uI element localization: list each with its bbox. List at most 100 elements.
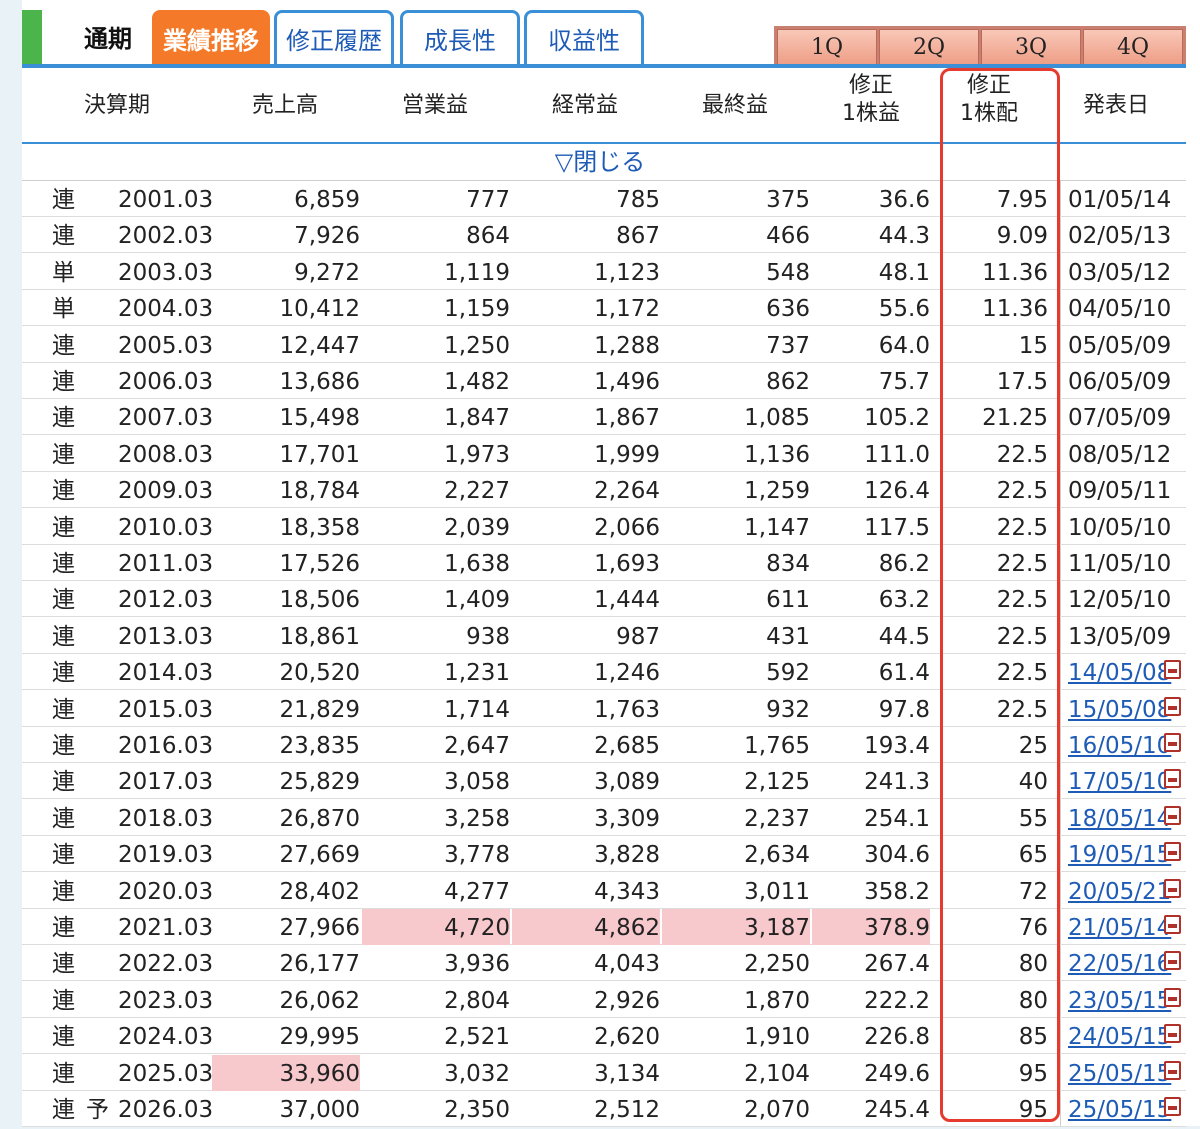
sales-value: 17,526 — [279, 551, 360, 577]
announce-date-link[interactable]: 20/05/21 — [1066, 873, 1171, 909]
entity-type: 連 — [52, 332, 75, 359]
fiscal-period: 2001.03 — [118, 187, 214, 213]
net-profit-value: 1,147 — [744, 514, 810, 541]
eps-value: 36.6 — [878, 187, 930, 213]
net-profit-value: 466 — [766, 223, 810, 250]
ordinary-profit-value: 1,444 — [594, 587, 660, 614]
tab-bar: 通期 業績推移 修正履歴 成長性 収益性 1Q 2Q 3Q 4Q — [22, 10, 1186, 68]
operating-profit-value: 2,804 — [444, 987, 510, 1014]
eps-value: 226.8 — [864, 1024, 930, 1051]
dividend-value: 7.95 — [996, 187, 1048, 213]
forecast-mark: 予 — [86, 1097, 109, 1123]
forecast-mark — [86, 836, 112, 872]
announce-date-link[interactable]: 16/05/10 — [1066, 727, 1171, 763]
operating-profit-value: 3,258 — [444, 805, 510, 832]
net-profit-value: 2,125 — [744, 769, 810, 796]
table-row: 連 2017.03 25,829 3,058 3,089 2,125 241.3 40 17/0… — [22, 763, 1186, 800]
announce-date-link[interactable]: 23/05/15 — [1066, 982, 1171, 1018]
tab-revision-history[interactable]: 修正履歴 — [274, 10, 394, 66]
header-dividend: 修正 1株配 — [934, 72, 1044, 128]
quarter-2q-button[interactable]: 2Q — [879, 29, 979, 65]
pdf-icon[interactable] — [1164, 769, 1181, 789]
operating-profit-value: 4,277 — [444, 878, 510, 905]
forecast-mark — [86, 581, 112, 617]
header-divider — [22, 142, 1186, 144]
announce-date-link[interactable]: 21/05/14 — [1066, 909, 1171, 945]
tab-growth[interactable]: 成長性 — [400, 10, 520, 66]
pdf-icon[interactable] — [1164, 878, 1181, 898]
pdf-icon[interactable] — [1164, 915, 1181, 934]
announce-date-link[interactable]: 24/05/15 — [1066, 1018, 1171, 1054]
ordinary-profit-value: 987 — [616, 623, 660, 650]
table-row: 連 2016.03 23,835 2,647 2,685 1,765 193.4 25 16/0… — [22, 727, 1186, 763]
tab-profitability[interactable]: 収益性 — [524, 10, 644, 66]
dividend-value: 22.5 — [996, 587, 1048, 614]
pdf-icon[interactable] — [1164, 842, 1181, 862]
announce-date-link[interactable]: 25/05/15 — [1066, 1055, 1171, 1091]
table-row: 連 2005.03 12,447 1,250 1,288 737 64.0 15 05/05/0… — [22, 327, 1186, 363]
fiscal-period: 2013.03 — [118, 623, 214, 650]
announce-date-link[interactable]: 22/05/16 — [1066, 945, 1171, 981]
table-row: 連 2010.03 18,358 2,039 2,066 1,147 117.5 22.5 10… — [22, 509, 1186, 545]
header-div-line1: 修正 — [966, 73, 1011, 98]
header-announce-date: 発表日 — [1082, 93, 1149, 118]
table-row: 単 2004.03 10,412 1,159 1,172 636 55.6 11.36 04/0… — [22, 290, 1186, 327]
announce-date-link[interactable]: 15/05/08 — [1066, 691, 1171, 727]
net-profit-value: 592 — [766, 660, 810, 687]
pdf-icon[interactable] — [1164, 1060, 1181, 1080]
pdf-icon[interactable] — [1164, 660, 1181, 680]
eps-value: 44.3 — [878, 223, 930, 250]
tab-results-trend[interactable]: 業績推移 — [152, 10, 270, 66]
quarter-3q-button[interactable]: 3Q — [981, 29, 1081, 65]
sales-value: 9,272 — [294, 259, 360, 286]
announce-date-link[interactable]: 25/05/15 — [1066, 1091, 1171, 1127]
forecast-mark — [86, 945, 112, 981]
announce-date: 09/05/11 — [1068, 478, 1172, 505]
announce-date-link[interactable]: 19/05/15 — [1066, 836, 1171, 872]
close-toggle-link[interactable]: ▽閉じる — [500, 146, 700, 178]
table-row: 連 2011.03 17,526 1,638 1,693 834 86.2 22.5 11/05… — [22, 545, 1186, 581]
header-eps-line2: 1株益 — [842, 101, 900, 126]
eps-value: 61.4 — [878, 660, 930, 687]
announce-date: 08/05/12 — [1068, 441, 1172, 468]
ordinary-profit-value: 1,763 — [594, 696, 660, 723]
pdf-icon[interactable] — [1164, 733, 1181, 752]
entity-type: 連 — [52, 696, 75, 723]
announce-date-link[interactable]: 18/05/14 — [1066, 800, 1171, 836]
pdf-icon[interactable] — [1164, 987, 1181, 1007]
ordinary-profit-value: 3,089 — [594, 769, 660, 796]
operating-profit-value: 1,250 — [444, 332, 510, 359]
operating-profit-value: 2,227 — [444, 478, 510, 505]
operating-profit-value: 1,231 — [444, 660, 510, 687]
sales-value: 12,447 — [279, 332, 360, 359]
quarter-4q-button[interactable]: 4Q — [1083, 29, 1183, 65]
sales-value: 25,829 — [279, 769, 360, 796]
net-profit-value: 431 — [766, 623, 810, 650]
fiscal-period: 2021.03 — [118, 915, 214, 941]
pdf-icon[interactable] — [1164, 1024, 1181, 1044]
sales-value: 28,402 — [279, 878, 360, 905]
forecast-mark — [86, 436, 112, 472]
announce-date-link[interactable]: 17/05/10 — [1066, 763, 1171, 799]
sales-value: 26,870 — [279, 805, 360, 832]
ordinary-profit-value: 1,123 — [594, 259, 660, 286]
announce-date: 13/05/09 — [1068, 623, 1172, 650]
quarter-1q-button[interactable]: 1Q — [777, 29, 877, 65]
pdf-icon[interactable] — [1164, 951, 1181, 971]
announce-date-link[interactable]: 14/05/08 — [1066, 654, 1171, 690]
eps-value: 86.2 — [878, 551, 930, 577]
forecast-mark — [86, 327, 112, 363]
operating-profit-value: 1,973 — [444, 441, 510, 468]
pdf-icon[interactable] — [1164, 1097, 1181, 1116]
fiscal-period: 2009.03 — [118, 478, 214, 505]
operating-profit-value: 3,778 — [444, 842, 510, 869]
net-profit-value: 1,910 — [744, 1024, 810, 1051]
fiscal-period: 2024.03 — [118, 1024, 214, 1051]
table-row: 連 2009.03 18,784 2,227 2,264 1,259 126.4 22.5 09… — [22, 472, 1186, 509]
pdf-icon[interactable] — [1164, 805, 1181, 825]
pdf-icon[interactable] — [1164, 696, 1181, 716]
table-row: 連 2023.03 26,062 2,804 2,926 1,870 222.2 80 23/0… — [22, 982, 1186, 1018]
fiscal-period: 2004.03 — [118, 296, 214, 323]
dividend-value: 95 — [1018, 1097, 1048, 1123]
ordinary-profit-value: 4,043 — [594, 951, 660, 978]
